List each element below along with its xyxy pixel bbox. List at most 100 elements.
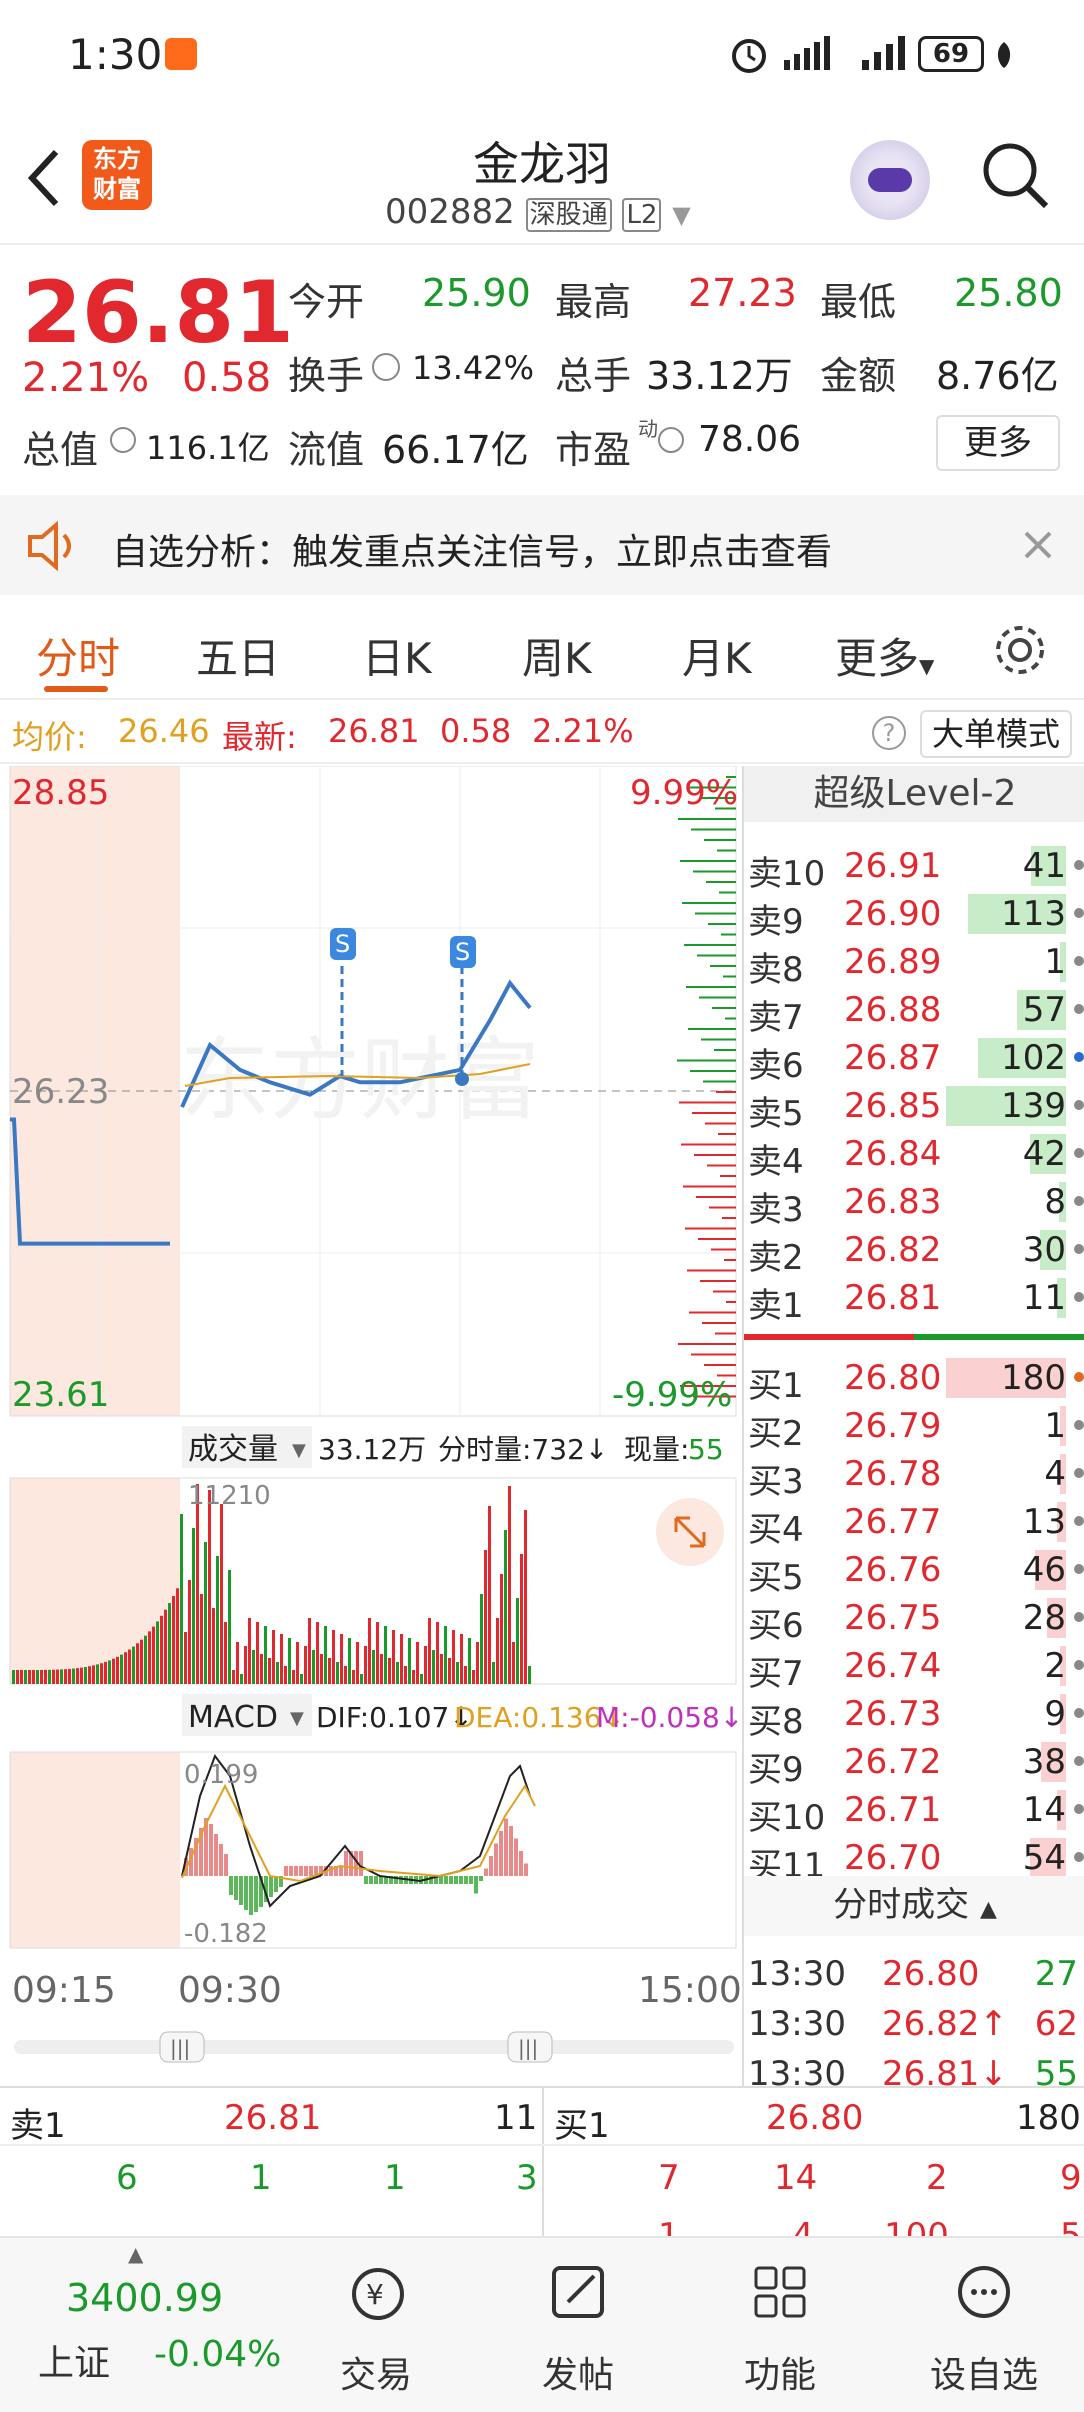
trade-time: 13:30	[748, 1954, 846, 1994]
index-ticker[interactable]: ▲ 3400.99 上证 -0.04%	[0, 2238, 281, 2412]
nav-trade[interactable]: ¥ 交易	[276, 2238, 476, 2412]
row-dot-icon	[1074, 1372, 1084, 1382]
tab-intraday[interactable]: 分时	[36, 625, 120, 686]
high-label: 最高	[555, 280, 632, 324]
order-flow-bar	[680, 860, 736, 862]
volume-bar	[228, 1570, 231, 1684]
macd-bar	[459, 1876, 463, 1884]
change-amount: 0.58	[182, 355, 272, 401]
bid-qty: 4	[1044, 1454, 1066, 1494]
ask-price: 26.81	[844, 1278, 942, 1318]
bid-row[interactable]: 买6 26.75 28	[744, 1594, 1084, 1646]
macd-bar	[454, 1876, 458, 1884]
trades-header[interactable]: 分时成交 ▲	[744, 1876, 1084, 1936]
tab-weekly-k[interactable]: 周K	[522, 625, 592, 686]
index-value: 3400.99	[66, 2276, 224, 2320]
volume-bar	[516, 1598, 519, 1684]
signal-label: S	[335, 930, 350, 958]
volume-bar	[368, 1618, 371, 1684]
tab-five-day[interactable]: 五日	[196, 625, 280, 686]
ask-row[interactable]: 卖3 26.83 8	[744, 1178, 1084, 1230]
bid-row[interactable]: 买4 26.77 13	[744, 1498, 1084, 1550]
info-icon-3[interactable]	[658, 427, 684, 453]
macd-bar	[439, 1876, 443, 1884]
macd-bar	[284, 1866, 288, 1876]
row-dot-icon	[1074, 1292, 1084, 1302]
volume-bar	[428, 1618, 431, 1684]
ask-row[interactable]: 卖1 26.81 11	[744, 1274, 1084, 1326]
analysis-banner[interactable]: 自选分析：触发重点关注信号，立即点击查看	[0, 495, 1084, 595]
bid-level: 买9	[748, 1750, 804, 1790]
volume-bar	[16, 1670, 19, 1684]
volume-bar	[476, 1642, 479, 1684]
bid-row[interactable]: 买1 26.80 180	[744, 1354, 1084, 1406]
bid-price: 26.75	[844, 1598, 942, 1638]
battery-icon: 69	[918, 36, 984, 72]
help-icon[interactable]: ?	[872, 716, 906, 750]
nav-post[interactable]: 发帖	[478, 2238, 678, 2412]
bid-row[interactable]: 买3 26.78 4	[744, 1450, 1084, 1502]
volume-bar	[512, 1642, 515, 1684]
nav-add-watchlist[interactable]: 设自选	[884, 2238, 1084, 2412]
volume-bar	[436, 1622, 439, 1684]
nav-add-watchlist-label: 设自选	[929, 2355, 1038, 2396]
bid-row[interactable]: 买2 26.79 1	[744, 1402, 1084, 1454]
row-dot-icon	[1074, 1004, 1084, 1014]
settings-gear-icon[interactable]	[992, 622, 1048, 678]
bid-qty: 13	[1022, 1502, 1066, 1542]
now-volume-label: 现量:	[624, 1433, 689, 1466]
bid-row[interactable]: 买11 26.70 54	[744, 1834, 1084, 1886]
volume-bar	[100, 1663, 103, 1684]
tab-monthly-k[interactable]: 月K	[682, 625, 752, 686]
volume-bar	[56, 1669, 59, 1684]
ask-price: 26.88	[844, 990, 942, 1030]
volume-bar	[168, 1603, 171, 1684]
more-button[interactable]: 更多	[936, 415, 1060, 471]
ask-row[interactable]: 卖8 26.89 1	[744, 938, 1084, 990]
order-flow-bar	[718, 1133, 736, 1135]
order-flow-bar	[717, 849, 736, 852]
bid-qty: 1	[1044, 1406, 1066, 1446]
ask-row[interactable]: 卖10 26.91 41	[744, 842, 1084, 894]
order-flow-bar	[706, 881, 736, 883]
macd-bar	[339, 1866, 343, 1876]
big-order-mode-button[interactable]: 大单模式	[920, 710, 1072, 758]
nav-functions[interactable]: 功能	[680, 2238, 880, 2412]
macd-bar	[234, 1876, 238, 1900]
ask-row[interactable]: 卖7 26.88 57	[744, 986, 1084, 1038]
macd-bar	[219, 1844, 223, 1876]
bid-row[interactable]: 买5 26.76 46	[744, 1546, 1084, 1598]
ask-row[interactable]: 卖9 26.90 113	[744, 890, 1084, 942]
ask-row[interactable]: 卖2 26.82 30	[744, 1226, 1084, 1278]
ask-row[interactable]: 卖6 26.87 102	[744, 1034, 1084, 1086]
bid-row[interactable]: 买10 26.71 14	[744, 1786, 1084, 1838]
intraday-chart-svg[interactable]: 东方财富 S S 28.85 9.99% 26.23 23.61 -9.99% …	[0, 765, 743, 2086]
row-dot-icon	[1074, 908, 1084, 918]
bid-row[interactable]: 买7 26.74 2	[744, 1642, 1084, 1694]
macd-bar	[329, 1866, 333, 1876]
close-icon[interactable]	[1022, 529, 1054, 561]
bid-row[interactable]: 买8 26.73 9	[744, 1690, 1084, 1742]
info-icon-2[interactable]	[110, 427, 136, 453]
volume-bar	[468, 1638, 471, 1684]
tab-daily-k[interactable]: 日K	[362, 625, 432, 686]
volume-bar	[260, 1654, 263, 1684]
range-slider-track[interactable]	[14, 2040, 734, 2054]
info-icon[interactable]	[372, 353, 400, 381]
tab-more[interactable]: 更多▼	[835, 625, 934, 686]
volume-bar	[52, 1669, 55, 1684]
order-flow-bar	[707, 1164, 736, 1167]
macd-bar	[509, 1826, 513, 1876]
volume-bar	[128, 1649, 131, 1684]
bid-row[interactable]: 买9 26.72 38	[744, 1738, 1084, 1790]
now-volume: 55	[688, 1433, 724, 1466]
robot-assistant-icon[interactable]	[850, 140, 930, 220]
ask-row[interactable]: 卖5 26.85 139	[744, 1082, 1084, 1134]
search-icon[interactable]	[980, 140, 1052, 212]
dropdown-caret-icon[interactable]: ▼	[672, 201, 690, 229]
ask-level: 卖9	[748, 902, 804, 942]
bid-qty: 46	[1022, 1550, 1066, 1590]
ask-row[interactable]: 卖4 26.84 42	[744, 1130, 1084, 1182]
volume-bar	[448, 1658, 451, 1684]
row-dot-icon	[1074, 1196, 1084, 1206]
